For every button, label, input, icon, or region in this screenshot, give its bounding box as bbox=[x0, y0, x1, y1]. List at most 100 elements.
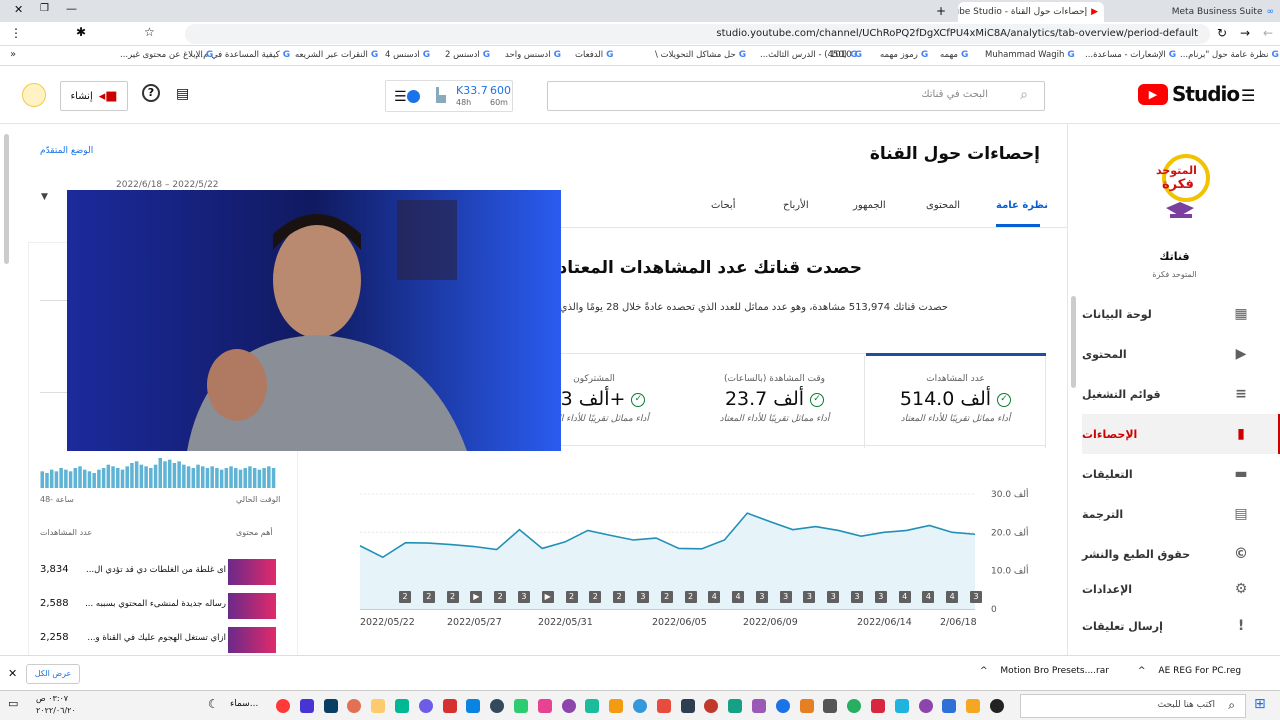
notifications-icon[interactable]: ▭ bbox=[8, 697, 18, 710]
back-icon[interactable]: → bbox=[1240, 26, 1250, 40]
task-view-icon[interactable] bbox=[990, 699, 1004, 713]
advanced-mode-link[interactable]: الوضع المتقدّم bbox=[40, 146, 93, 156]
app-icon[interactable] bbox=[847, 699, 862, 713]
bookmark-item[interactable]: G النقرات عبر الشريعه bbox=[295, 50, 378, 60]
event-marker[interactable]: 3 bbox=[970, 591, 982, 603]
event-marker[interactable]: 2 bbox=[422, 591, 435, 603]
sidebar-item-analytics[interactable]: ▮ الإحصاءات bbox=[1082, 414, 1280, 454]
app-icon[interactable] bbox=[656, 699, 671, 713]
app-icon[interactable] bbox=[680, 699, 695, 713]
kpi-card[interactable]: عدد المشاهدات ألف514.0 ✓ أداء مماثل تقريبًا… bbox=[866, 356, 1046, 448]
windows-start-icon[interactable]: ⊞ bbox=[1254, 696, 1270, 712]
forward-icon[interactable]: ← bbox=[1263, 26, 1273, 40]
event-marker[interactable]: 2 bbox=[613, 591, 626, 603]
app-icon[interactable] bbox=[633, 699, 647, 713]
hamburger-menu-icon[interactable]: ☰ bbox=[1241, 86, 1255, 105]
analytics-tab[interactable]: نظرة عامة bbox=[996, 200, 1048, 211]
analytics-tab[interactable]: الأرباح bbox=[783, 200, 809, 211]
sidebar-item-feedback[interactable]: ! إرسال تعليقات bbox=[1082, 606, 1280, 646]
event-marker[interactable]: 3 bbox=[779, 591, 792, 603]
chevron-up-icon[interactable]: ^ bbox=[1138, 666, 1146, 676]
window-minimize-icon[interactable]: — bbox=[66, 2, 77, 15]
bookmark-item[interactable]: G ادسنس 4 bbox=[385, 50, 430, 60]
file-explorer-icon[interactable] bbox=[966, 699, 981, 713]
bookmark-item[interactable]: G ادسنس واحد bbox=[505, 50, 561, 60]
app-icon[interactable] bbox=[299, 699, 314, 713]
taskbar-search-input[interactable]: اكتب هنا للبحث ⌕ bbox=[1020, 694, 1246, 718]
event-marker[interactable]: 3 bbox=[517, 591, 530, 603]
close-downloads-icon[interactable]: ✕ bbox=[8, 667, 17, 680]
create-button[interactable]: ■◂ إنشاء bbox=[60, 81, 128, 111]
realtime-widget[interactable]: ☰ K33.7 48h 600 60m bbox=[385, 80, 513, 112]
event-marker[interactable]: 2 bbox=[565, 591, 578, 603]
reload-icon[interactable]: ↻ bbox=[1217, 26, 1227, 40]
more-bookmarks-icon[interactable]: » bbox=[10, 49, 16, 60]
analytics-tab[interactable]: الجمهور bbox=[853, 200, 886, 211]
bookmark-item[interactable]: G مهمه bbox=[940, 50, 968, 60]
event-marker[interactable]: 2 bbox=[399, 591, 411, 603]
bookmark-item[interactable]: G الإبلاغ عن محتوى غير... bbox=[120, 50, 213, 60]
event-marker[interactable]: 3 bbox=[851, 591, 864, 603]
app-icon[interactable] bbox=[752, 699, 766, 713]
app-icon[interactable] bbox=[728, 699, 743, 713]
app-icon[interactable] bbox=[537, 699, 552, 713]
app-icon[interactable] bbox=[395, 699, 409, 713]
chevron-up-icon[interactable]: ^ bbox=[980, 666, 988, 676]
window-close-icon[interactable]: ✕ bbox=[14, 3, 23, 16]
bookmark-item[interactable]: G نظرة عامة حول "برنام... bbox=[1180, 50, 1279, 60]
app-icon[interactable] bbox=[347, 699, 362, 713]
event-marker[interactable]: ▶ bbox=[541, 591, 554, 603]
analytics-tab[interactable]: أبحاث bbox=[711, 200, 735, 211]
app-icon[interactable] bbox=[514, 699, 528, 713]
app-icon[interactable] bbox=[704, 699, 719, 713]
search-icon[interactable]: ⌕ bbox=[1020, 87, 1028, 103]
window-maximize-icon[interactable]: ❐ bbox=[40, 3, 49, 14]
list-item[interactable]: 2,588 رساله جديدة لمنشىء المحتوي بسببه ..… bbox=[40, 593, 276, 619]
event-marker[interactable]: 2 bbox=[589, 591, 602, 603]
taskbar-time[interactable]: ٠٣:٠٧ ص bbox=[36, 694, 68, 703]
tab-youtube-studio[interactable]: ▶ إحصاءات حول القناة - YouTube Studio ✕ bbox=[958, 2, 1104, 22]
app-icon[interactable] bbox=[466, 699, 481, 713]
app-icon[interactable] bbox=[894, 699, 909, 713]
event-marker[interactable]: 4 bbox=[922, 591, 935, 603]
app-icon[interactable] bbox=[561, 699, 576, 713]
app-icon[interactable] bbox=[442, 699, 457, 713]
app-icon[interactable] bbox=[799, 699, 814, 713]
scrollbar-sidebar[interactable] bbox=[1071, 296, 1076, 388]
new-tab-icon[interactable]: + bbox=[936, 4, 946, 18]
event-marker[interactable]: 3 bbox=[636, 591, 649, 603]
event-marker[interactable]: 3 bbox=[755, 591, 768, 603]
event-marker[interactable]: 2 bbox=[446, 591, 459, 603]
event-marker[interactable]: 4 bbox=[708, 591, 721, 603]
url-input[interactable]: studio.youtube.com/channel/UChRoPQ2fDgXC… bbox=[185, 24, 1210, 44]
event-marker[interactable]: 3 bbox=[803, 591, 816, 603]
bookmark-item[interactable]: G رموز مهمه bbox=[880, 50, 928, 60]
taskbar-date[interactable]: ٢٠٢٢/٠٦/٢٠ bbox=[36, 706, 76, 715]
bookmark-item[interactable]: G ادسنس 2 bbox=[445, 50, 490, 60]
sidebar-item-copyright[interactable]: © حقوق الطبع والنشر bbox=[1082, 534, 1280, 574]
bookmark-star-icon[interactable]: ☆ bbox=[144, 25, 155, 39]
event-marker[interactable]: 2 bbox=[494, 591, 507, 603]
list-item[interactable]: 3,834 اى غلطة من الغلطات دي قد تؤدي ال... bbox=[40, 559, 276, 585]
kpi-card[interactable]: وقت المشاهدة (بالساعات) ألف23.7 ✓ أداء مماث… bbox=[685, 356, 865, 448]
bookmark-item[interactable]: G الإشعارات - مساعدة... bbox=[1085, 50, 1176, 60]
event-marker[interactable]: 4 bbox=[946, 591, 959, 603]
event-marker[interactable]: 3 bbox=[827, 591, 840, 603]
bookmark-item[interactable]: G حل مشاكل التحويلات \ bbox=[655, 50, 746, 60]
sidebar-item-comment[interactable]: ▬ التعليقات bbox=[1082, 454, 1280, 494]
edge-icon[interactable] bbox=[942, 699, 957, 713]
event-marker[interactable]: 2 bbox=[660, 591, 673, 603]
sidebar-item-gear[interactable]: ⚙ الإعدادات bbox=[1082, 569, 1280, 609]
tab-meta-business[interactable]: ∞ Meta Business Suite bbox=[1104, 2, 1280, 22]
sidebar-item-dashboard[interactable]: ▦ لوحة البيانات bbox=[1082, 294, 1280, 334]
sidebar-item-subtitles[interactable]: ▤ الترجمة bbox=[1082, 494, 1280, 534]
download-item-motion-bro[interactable]: ^ Motion Bro Presets....rar bbox=[980, 666, 1110, 676]
after-effects-icon[interactable] bbox=[276, 699, 290, 713]
app-icon[interactable] bbox=[418, 699, 433, 713]
event-marker[interactable]: 3 bbox=[874, 591, 887, 603]
app-icon[interactable] bbox=[609, 699, 624, 713]
studio-logo[interactable]: ▶ Studio bbox=[1138, 82, 1240, 106]
analytics-tab[interactable]: المحتوى bbox=[926, 200, 960, 211]
app-icon[interactable] bbox=[918, 699, 933, 713]
app-icon[interactable] bbox=[585, 699, 600, 713]
